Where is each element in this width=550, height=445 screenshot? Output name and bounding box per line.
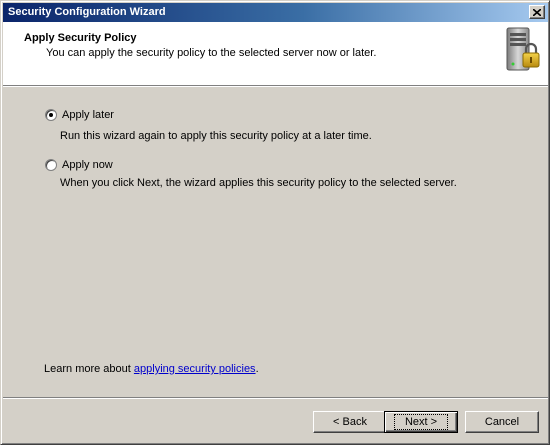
server-lock-icon (506, 27, 540, 71)
title-bar[interactable]: Security Configuration Wizard (3, 3, 548, 22)
apply-later-description: Run this wizard again to apply this secu… (60, 130, 372, 142)
close-icon (533, 8, 541, 16)
window-title: Security Configuration Wizard (8, 6, 166, 18)
apply-later-radio[interactable] (45, 109, 57, 121)
next-button-label: Next > (393, 414, 449, 430)
learn-more-link[interactable]: applying security policies (134, 363, 256, 375)
apply-later-label[interactable]: Apply later (62, 109, 114, 121)
cancel-button[interactable]: Cancel (465, 411, 539, 433)
cancel-button-label: Cancel (484, 416, 520, 428)
learn-more-suffix: . (255, 363, 259, 375)
back-button-label: < Back (333, 416, 367, 428)
learn-more-prefix: Learn more about (44, 363, 134, 375)
footer-divider (3, 397, 548, 399)
learn-more-text: Learn more about applying security polic… (44, 363, 259, 375)
close-button[interactable] (529, 5, 545, 19)
option-apply-later[interactable]: Apply later (45, 109, 114, 121)
header-panel: Apply Security Policy You can apply the … (3, 22, 548, 87)
back-button[interactable]: < Back (313, 411, 387, 433)
page-subtitle: You can apply the security policy to the… (46, 47, 377, 59)
wizard-window: Security Configuration Wizard Apply Secu… (0, 0, 550, 445)
apply-now-radio[interactable] (45, 159, 57, 171)
option-apply-now[interactable]: Apply now (45, 159, 113, 171)
page-title: Apply Security Policy (24, 32, 137, 44)
apply-now-description: When you click Next, the wizard applies … (60, 177, 457, 189)
apply-now-label[interactable]: Apply now (62, 159, 113, 171)
next-button[interactable]: Next > (384, 411, 458, 433)
